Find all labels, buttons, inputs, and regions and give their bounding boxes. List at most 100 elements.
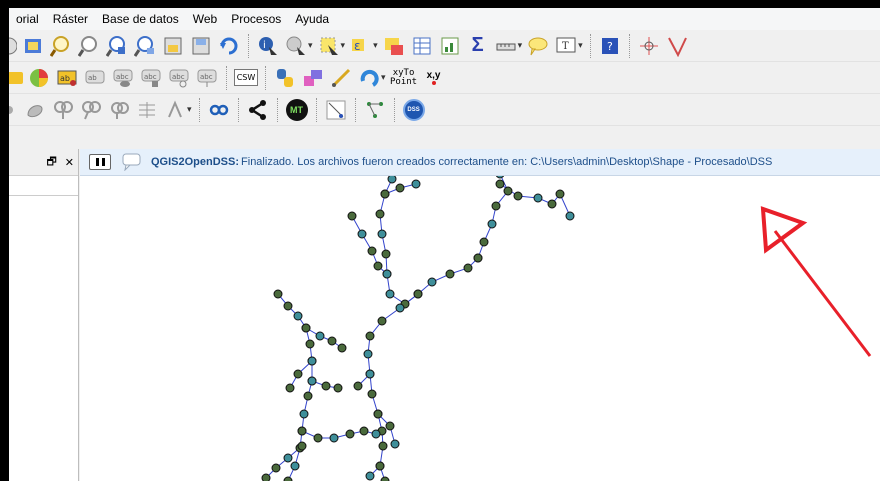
rotate-label-icon[interactable]: abc — [167, 66, 191, 90]
merge-features-icon[interactable] — [79, 98, 103, 122]
network-node[interactable] — [333, 383, 343, 393]
network-node[interactable] — [365, 471, 375, 481]
network-node[interactable] — [491, 201, 501, 211]
network-node[interactable] — [487, 219, 497, 229]
network-node[interactable] — [377, 229, 387, 239]
network-node[interactable] — [371, 429, 381, 439]
close-panel-icon[interactable]: ✕ — [65, 156, 74, 169]
network-node[interactable] — [413, 289, 423, 299]
network-node[interactable] — [385, 289, 395, 299]
map-canvas[interactable] — [80, 176, 880, 481]
network-node[interactable] — [347, 211, 357, 221]
network-node[interactable] — [395, 183, 405, 193]
menu-item-help[interactable]: Ayuda — [288, 8, 336, 30]
chevron-down-icon[interactable]: ▾ — [373, 40, 378, 51]
network-node[interactable] — [283, 476, 293, 481]
network-node[interactable] — [390, 439, 400, 449]
network-node[interactable] — [381, 249, 391, 259]
help-icon[interactable]: ? — [598, 34, 622, 58]
network-node[interactable] — [533, 193, 543, 203]
network-node[interactable] — [565, 211, 575, 221]
python-edit-icon[interactable] — [665, 34, 689, 58]
vertex-tool-icon[interactable] — [23, 98, 47, 122]
statistics-icon[interactable] — [438, 34, 462, 58]
layer-diagram-icon[interactable] — [27, 66, 51, 90]
measure-line-icon[interactable] — [494, 34, 518, 58]
chevron-down-icon[interactable]: ▾ — [341, 40, 346, 51]
network-node[interactable] — [299, 409, 309, 419]
network-node[interactable] — [359, 426, 369, 436]
network-node[interactable] — [479, 237, 489, 247]
chevron-down-icon[interactable]: ▾ — [578, 40, 583, 51]
digitize-tool-icon[interactable] — [329, 66, 353, 90]
network-node[interactable] — [363, 349, 373, 359]
pin-label-icon[interactable]: ab — [83, 66, 107, 90]
menu-item-tutorial[interactable]: orial — [9, 8, 46, 30]
network-node[interactable] — [271, 463, 281, 473]
network-node[interactable] — [353, 381, 363, 391]
text-annotation-icon[interactable]: T — [554, 34, 578, 58]
network-node[interactable] — [337, 343, 347, 353]
select-by-area-icon[interactable] — [317, 34, 341, 58]
network-node[interactable] — [283, 453, 293, 463]
network-node[interactable] — [495, 179, 505, 189]
zoom-native-icon[interactable] — [9, 34, 17, 58]
network-node[interactable] — [283, 301, 293, 311]
xy-point-icon[interactable]: x,y — [422, 66, 446, 90]
pause-button[interactable] — [89, 154, 111, 170]
zoom-last-icon[interactable] — [161, 34, 185, 58]
network-node[interactable] — [365, 369, 375, 379]
chevron-down-icon[interactable]: ▾ — [187, 104, 192, 115]
network-node[interactable] — [345, 429, 355, 439]
network-node[interactable] — [463, 263, 473, 273]
link-network-icon[interactable] — [207, 98, 231, 122]
network-node[interactable] — [301, 323, 311, 333]
network-node[interactable] — [395, 303, 405, 313]
zoom-to-layer-icon[interactable] — [133, 34, 157, 58]
chevron-down-icon[interactable]: ▾ — [308, 40, 313, 51]
network-node[interactable] — [297, 426, 307, 436]
network-node[interactable] — [365, 331, 375, 341]
network-node[interactable] — [387, 176, 397, 184]
zoom-out-icon[interactable] — [77, 34, 101, 58]
zoom-next-icon[interactable] — [189, 34, 213, 58]
network-node[interactable] — [375, 209, 385, 219]
python-console-icon[interactable] — [273, 66, 297, 90]
network-node[interactable] — [307, 376, 317, 386]
crosshair-icon[interactable] — [637, 34, 661, 58]
network-node[interactable] — [357, 229, 367, 239]
network-node[interactable] — [380, 476, 390, 481]
zoom-to-selection-icon[interactable] — [105, 34, 129, 58]
map-tips-icon[interactable] — [526, 34, 550, 58]
identify-features-icon[interactable]: i — [256, 34, 280, 58]
network-node[interactable] — [377, 316, 387, 326]
network-node[interactable] — [555, 189, 565, 199]
network-node[interactable] — [378, 441, 388, 451]
share-network-icon[interactable] — [246, 98, 270, 122]
network-node[interactable] — [273, 289, 283, 299]
network-node[interactable] — [313, 433, 323, 443]
zoom-in-icon[interactable] — [49, 34, 73, 58]
network-node[interactable] — [385, 421, 395, 431]
sum-icon[interactable]: Σ — [466, 34, 490, 58]
float-panel-icon[interactable]: 🗗 — [46, 153, 56, 172]
menu-item-raster[interactable]: Ráster — [46, 8, 95, 30]
network-node[interactable] — [303, 391, 313, 401]
chevron-down-icon[interactable]: ▾ — [381, 72, 386, 83]
menu-item-web[interactable]: Web — [186, 8, 224, 30]
network-node[interactable] — [290, 461, 300, 471]
network-node[interactable] — [373, 261, 383, 271]
network-node[interactable] — [427, 277, 437, 287]
network-node[interactable] — [473, 253, 483, 263]
network-node[interactable] — [329, 433, 339, 443]
xytopoint-icon[interactable]: xyTo Point — [390, 66, 418, 90]
lineplot-icon[interactable] — [324, 98, 348, 122]
label-tool-icon[interactable] — [9, 66, 23, 90]
network-node[interactable] — [411, 179, 421, 189]
plugin-shapes-icon[interactable] — [301, 66, 325, 90]
network-node[interactable] — [380, 189, 390, 199]
network-node[interactable] — [445, 269, 455, 279]
select-features-icon[interactable] — [284, 34, 308, 58]
undo-curve-icon[interactable] — [357, 66, 381, 90]
network-node[interactable] — [293, 369, 303, 379]
